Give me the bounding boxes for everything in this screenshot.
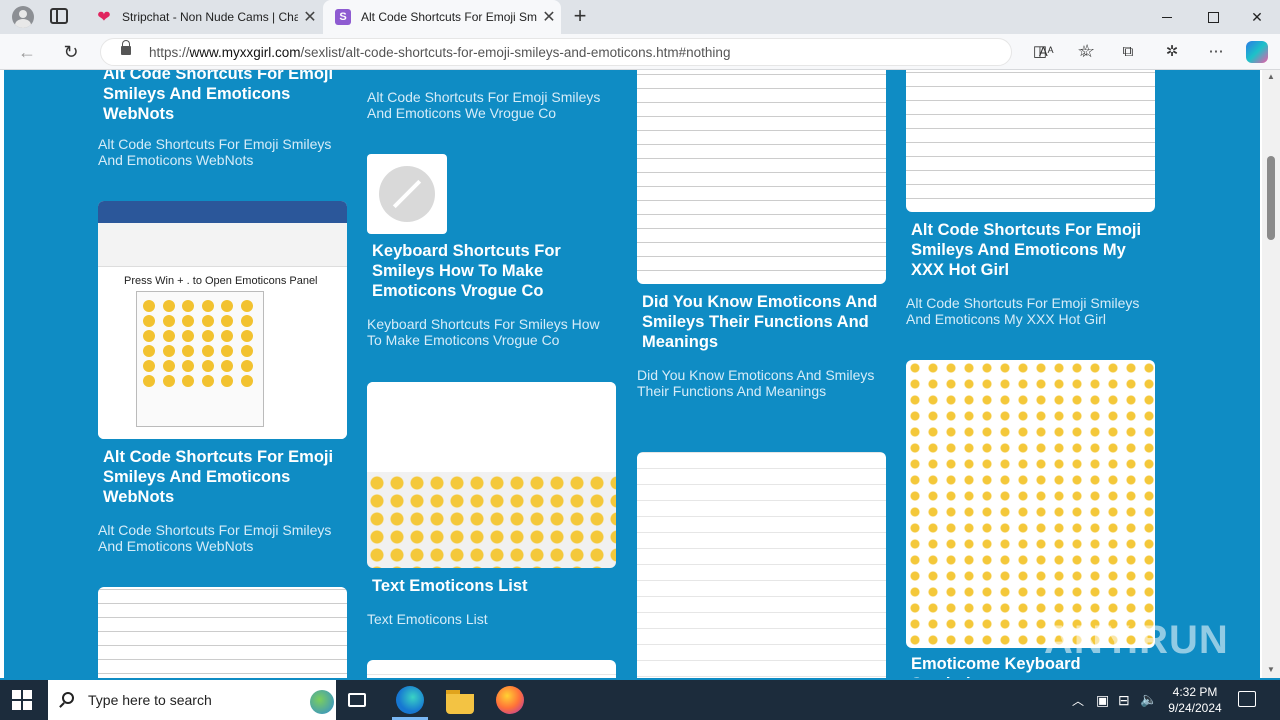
tab-title: Alt Code Shortcuts For Emoji Sm bbox=[361, 10, 537, 24]
emoji-panel-image bbox=[136, 291, 264, 427]
scroll-thumb[interactable] bbox=[1267, 156, 1275, 240]
card-title[interactable]: Text Emoticons List bbox=[372, 576, 612, 596]
card-subtitle: Alt Code Shortcuts For Emoji Smileys And… bbox=[906, 295, 1140, 327]
card-subtitle: Alt Code Shortcuts For Emoji Smileys And… bbox=[367, 89, 601, 121]
camera-icon bbox=[379, 166, 435, 222]
character-viewer-image[interactable] bbox=[367, 660, 616, 678]
emoticon-meanings-image[interactable] bbox=[637, 70, 886, 284]
emoticon-symbols-grid-image[interactable] bbox=[906, 360, 1155, 648]
word-screenshot-image[interactable]: Press Win + . to Open Emoticons Panel bbox=[98, 201, 347, 439]
copilot-icon[interactable] bbox=[1246, 41, 1268, 63]
extensions-icon[interactable]: ✲ bbox=[1162, 42, 1182, 62]
tab-stripchat[interactable]: ❤ Stripchat - Non Nude Cams | Cha ✕ bbox=[84, 0, 322, 34]
reload-button[interactable]: ↻ bbox=[58, 40, 84, 64]
notifications-icon[interactable] bbox=[1238, 691, 1256, 707]
taskbar-search-box[interactable]: Type here to search bbox=[48, 680, 336, 720]
image-placeholder[interactable] bbox=[367, 154, 447, 234]
emoticon-table-image[interactable] bbox=[98, 587, 347, 678]
show-hidden-icons-icon[interactable]: ︿ bbox=[1072, 692, 1084, 720]
close-tab-icon[interactable]: ✕ bbox=[537, 7, 561, 27]
more-menu-icon[interactable]: ⋯ bbox=[1206, 42, 1226, 62]
minimize-button[interactable] bbox=[1144, 0, 1190, 34]
web-content: Alt Code Shortcuts For Emoji Smileys And… bbox=[0, 70, 1280, 678]
volume-icon[interactable]: 🔈 bbox=[1140, 691, 1157, 720]
back-button[interactable]: ← bbox=[14, 40, 40, 64]
tab-title: Stripchat - Non Nude Cams | Cha bbox=[122, 10, 298, 24]
card-title[interactable]: Keyboard Shortcuts For Smileys How To Ma… bbox=[372, 241, 612, 301]
site-favicon-icon: S bbox=[335, 9, 351, 25]
emoticon-codes-table-image[interactable] bbox=[906, 70, 1155, 212]
card-subtitle: Did You Know Emoticons And Smileys Their… bbox=[637, 367, 875, 399]
firefox-icon[interactable] bbox=[496, 686, 524, 714]
card-subtitle: Alt Code Shortcuts For Emoji Smileys And… bbox=[98, 136, 332, 168]
text-emoticons-list-image[interactable] bbox=[637, 452, 886, 678]
tab-actions-icon[interactable] bbox=[50, 8, 68, 24]
clock-time: 4:32 PM bbox=[1172, 685, 1218, 699]
taskbar: Type here to search ︿ ▣ ⊟ 🔈 4:32 PM 9/24… bbox=[0, 680, 1280, 720]
search-icon bbox=[62, 692, 74, 704]
clock[interactable]: 4:32 PM 9/24/2024 bbox=[1160, 684, 1230, 720]
profile-icon[interactable] bbox=[12, 6, 34, 28]
tab-bar: ❤ Stripchat - Non Nude Cams | Cha ✕ S Al… bbox=[0, 0, 1280, 34]
file-explorer-icon[interactable] bbox=[446, 686, 474, 714]
heart-favicon-icon: ❤ bbox=[97, 9, 111, 26]
search-placeholder: Type here to search bbox=[88, 692, 212, 708]
new-tab-button[interactable]: + bbox=[568, 5, 592, 29]
scroll-down-icon[interactable]: ▼ bbox=[1267, 665, 1275, 674]
split-screen-icon[interactable]: ◫ bbox=[1030, 42, 1050, 62]
card-title[interactable]: Did You Know Emoticons And Smileys Their… bbox=[642, 292, 882, 352]
edge-icon[interactable] bbox=[396, 686, 424, 714]
favorites-icon[interactable]: ☆ bbox=[1074, 42, 1094, 62]
tab-alt-code[interactable]: S Alt Code Shortcuts For Emoji Sm ✕ bbox=[323, 0, 561, 34]
collections-icon[interactable]: ⧉ bbox=[1118, 42, 1138, 62]
card-title[interactable]: Alt Code Shortcuts For Emoji Smileys And… bbox=[103, 447, 343, 507]
close-tab-icon[interactable]: ✕ bbox=[298, 7, 322, 27]
card-title[interactable]: Alt Code Shortcuts For Emoji Smileys And… bbox=[103, 70, 343, 124]
card-title[interactable]: Alt Code Shortcuts For Emoji Smileys And… bbox=[911, 220, 1151, 280]
ipad-keyboard-image[interactable] bbox=[367, 382, 616, 568]
scroll-up-icon[interactable]: ▲ bbox=[1267, 72, 1275, 81]
task-view-icon[interactable] bbox=[348, 693, 366, 707]
maximize-button[interactable] bbox=[1190, 0, 1236, 34]
url-text[interactable]: https://www.myxxgirl.com/sexlist/alt-cod… bbox=[149, 45, 730, 60]
network-icon[interactable]: ⊟ bbox=[1118, 692, 1130, 720]
address-bar[interactable]: https://www.myxxgirl.com/sexlist/alt-cod… bbox=[100, 38, 1095, 66]
clock-date: 9/24/2024 bbox=[1168, 701, 1222, 715]
image-caption: Press Win + . to Open Emoticons Panel bbox=[124, 275, 318, 287]
card-subtitle: Text Emoticons List bbox=[367, 611, 488, 627]
gallery-page: Alt Code Shortcuts For Emoji Smileys And… bbox=[4, 70, 1260, 678]
card-subtitle: Keyboard Shortcuts For Smileys How To Ma… bbox=[367, 316, 600, 348]
device-icon[interactable]: ▣ bbox=[1096, 692, 1109, 720]
start-button[interactable] bbox=[12, 690, 32, 710]
close-window-button[interactable]: ✕ bbox=[1234, 0, 1280, 34]
lock-icon[interactable] bbox=[121, 40, 131, 55]
search-highlight-icon[interactable] bbox=[310, 690, 334, 714]
address-toolbar: ← ↻ https://www.myxxgirl.com/sexlist/alt… bbox=[0, 34, 1280, 70]
anyrun-watermark: ANY.RUN bbox=[1044, 618, 1229, 662]
card-subtitle: Alt Code Shortcuts For Emoji Smileys And… bbox=[98, 522, 332, 554]
vertical-scrollbar[interactable]: ▲ ▼ bbox=[1262, 70, 1280, 678]
